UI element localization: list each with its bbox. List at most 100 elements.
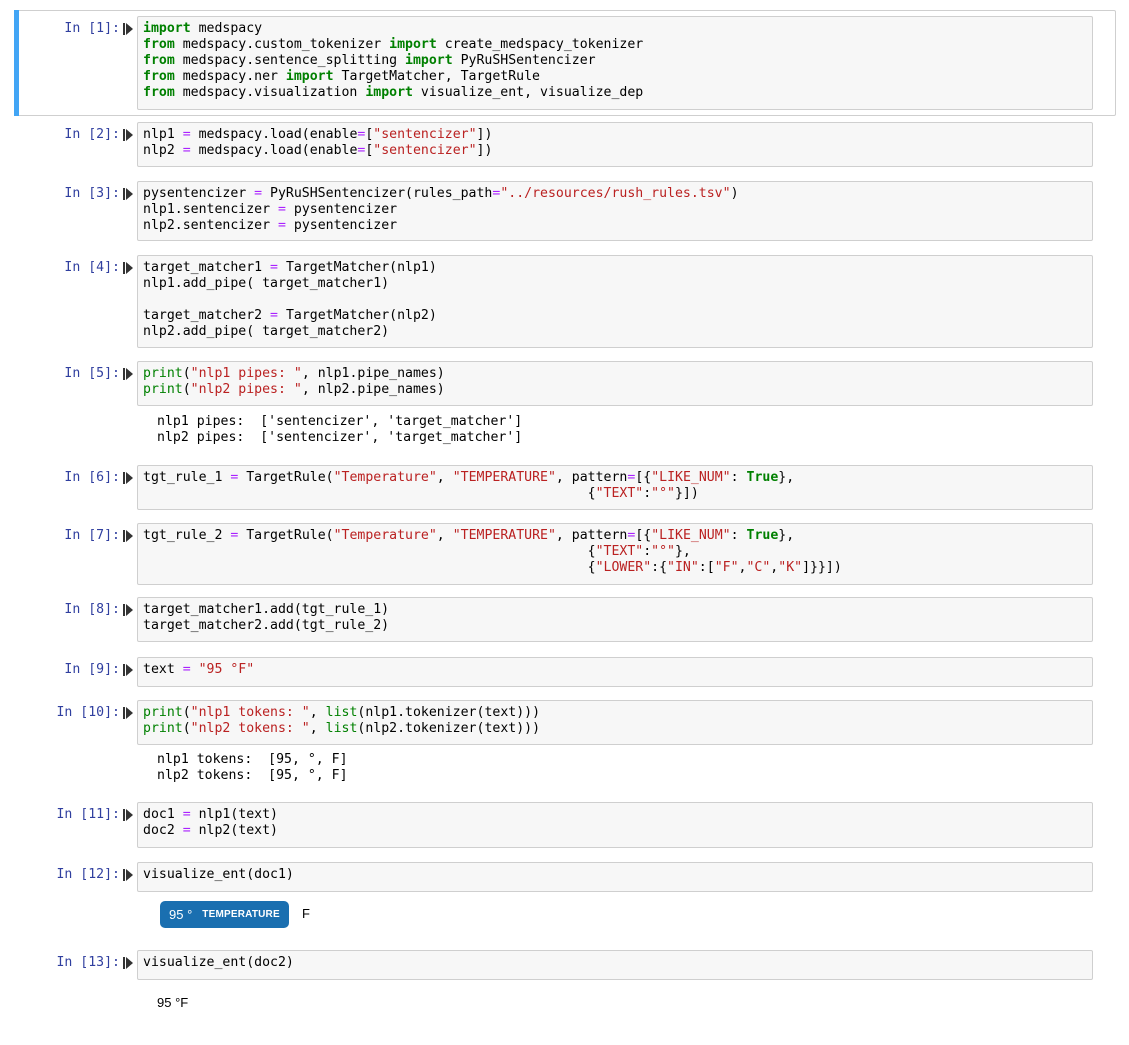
code-token: nlp2 xyxy=(143,143,183,158)
code-token: [{ xyxy=(635,528,652,543)
code-token: pysentencizer xyxy=(285,202,398,217)
code-token: TargetRule( xyxy=(238,528,334,543)
code-token: medspacy.ner xyxy=(174,69,286,84)
code-editor[interactable]: pysentencizer = PyRuSHSentencizer(rules_… xyxy=(137,181,1093,241)
code-line: nlp2.add_pipe( target_matcher2) xyxy=(143,324,1087,340)
run-cell-icon[interactable] xyxy=(122,956,134,970)
code-token: target_matcher2.add(tgt_rule_2) xyxy=(143,618,390,633)
code-editor[interactable]: text = "95 °F" xyxy=(137,657,1093,687)
code-token: "../resources/rush_rules.tsv" xyxy=(500,186,731,201)
code-token: , xyxy=(436,470,453,485)
code-line: doc1 = nlp1(text) xyxy=(143,807,1087,823)
code-token: target_matcher1 xyxy=(143,260,271,275)
code-token: PyRuSHSentencizer xyxy=(452,53,596,68)
code-editor[interactable]: visualize_ent(doc2) xyxy=(137,950,1093,980)
run-cell-icon[interactable] xyxy=(122,471,134,485)
run-cell-icon[interactable] xyxy=(122,22,134,36)
code-token: "nlp2 pipes: " xyxy=(190,382,302,397)
code-editor[interactable]: tgt_rule_1 = TargetRule("Temperature", "… xyxy=(137,465,1093,510)
code-token: }, xyxy=(778,528,795,543)
code-line: pysentencizer = PyRuSHSentencizer(rules_… xyxy=(143,186,1087,202)
code-token: target_matcher1.add(tgt_rule_1) xyxy=(143,602,390,617)
code-token: = xyxy=(182,127,191,142)
code-token: }, xyxy=(674,544,691,559)
code-token: from xyxy=(143,69,175,84)
code-token: from xyxy=(143,53,175,68)
code-token: list xyxy=(325,721,358,736)
code-token: text xyxy=(143,662,183,677)
run-cell-icon[interactable] xyxy=(122,261,134,275)
code-token: TargetMatcher, TargetRule xyxy=(333,69,541,84)
code-token: "sentencizer" xyxy=(373,143,477,158)
code-editor[interactable]: visualize_ent(doc1) xyxy=(137,862,1093,892)
input-prompt: In [8]: xyxy=(64,602,120,617)
code-token: , pattern xyxy=(555,470,628,485)
run-cell-icon[interactable] xyxy=(122,808,134,822)
input-prompt: In [12]: xyxy=(56,867,120,882)
code-token: visualize_ent(doc1) xyxy=(143,867,294,882)
run-cell-icon[interactable] xyxy=(122,706,134,720)
code-line: print("nlp2 tokens: ", list(nlp2.tokeniz… xyxy=(143,721,1087,737)
run-cell-icon[interactable] xyxy=(122,663,134,677)
code-token: , nlp2.pipe_names) xyxy=(301,382,445,397)
code-token: ]) xyxy=(476,143,493,158)
code-token: = xyxy=(277,218,286,233)
code-line: import medspacy xyxy=(143,21,1087,37)
code-editor[interactable]: nlp1 = medspacy.load(enable=["sentencize… xyxy=(137,122,1093,167)
code-line: doc2 = nlp2(text) xyxy=(143,823,1087,839)
code-token: nlp2.add_pipe( target_matcher2) xyxy=(143,324,390,339)
code-editor[interactable]: doc1 = nlp1(text) doc2 = nlp2(text) xyxy=(137,802,1093,848)
code-token: "LIKE_NUM" xyxy=(651,470,731,485)
input-prompt: In [6]: xyxy=(64,470,120,485)
code-token: = xyxy=(182,143,191,158)
code-line: nlp2.sentencizer = pysentencizer xyxy=(143,218,1087,234)
code-token: "Temperature" xyxy=(333,528,437,543)
code-token: = xyxy=(270,260,278,275)
code-token: , xyxy=(309,705,326,720)
code-editor[interactable]: target_matcher1 = TargetMatcher(nlp1) nlp… xyxy=(137,255,1093,348)
run-cell-icon[interactable] xyxy=(122,187,134,201)
code-token: True xyxy=(746,470,779,485)
code-token: , xyxy=(436,528,453,543)
code-token: (nlp1.tokenizer(text))) xyxy=(357,705,541,720)
input-prompt: In [4]: xyxy=(64,260,120,275)
code-editor[interactable]: print("nlp1 pipes: ", nlp1.pipe_names) pr… xyxy=(137,361,1093,406)
code-editor[interactable]: tgt_rule_2 = TargetRule("Temperature", "… xyxy=(137,523,1093,585)
code-editor[interactable]: import medspacy from medspacy.custom_toke… xyxy=(137,16,1093,110)
run-cell-icon[interactable] xyxy=(122,868,134,882)
code-token: medspacy.sentence_splitting xyxy=(174,53,406,68)
code-token: [{ xyxy=(635,470,652,485)
run-cell-icon[interactable] xyxy=(122,128,134,142)
code-token: = xyxy=(182,662,191,677)
code-token: "nlp1 pipes: " xyxy=(190,366,302,381)
code-line: target_matcher2.add(tgt_rule_2) xyxy=(143,618,1087,634)
code-token: print xyxy=(143,382,183,397)
code-token: "Temperature" xyxy=(333,470,437,485)
code-token: visualize_ent(doc2) xyxy=(143,955,294,970)
code-token: "TEMPERATURE" xyxy=(452,470,556,485)
run-cell-icon[interactable] xyxy=(122,529,134,543)
code-line: target_matcher1.add(tgt_rule_1) xyxy=(143,602,1087,618)
code-token: "IN" xyxy=(667,560,699,575)
code-token: ]) xyxy=(476,127,493,142)
code-editor[interactable]: print("nlp1 tokens: ", list(nlp1.tokeniz… xyxy=(137,700,1093,745)
code-token: import xyxy=(285,69,334,84)
input-prompt: In [5]: xyxy=(64,366,120,381)
code-token: print xyxy=(143,721,183,736)
code-token: : xyxy=(730,470,747,485)
code-token: PyRuSHSentencizer(rules_path xyxy=(262,186,493,201)
code-token: "nlp2 tokens: " xyxy=(190,721,310,736)
code-token: import xyxy=(143,21,191,36)
code-line: target_matcher2 = TargetMatcher(nlp2) xyxy=(143,308,1087,324)
code-editor[interactable]: target_matcher1.add(tgt_rule_1) target_ma… xyxy=(137,597,1093,642)
code-token: pysentencizer xyxy=(285,218,398,233)
run-cell-icon[interactable] xyxy=(122,367,134,381)
code-line: print("nlp1 pipes: ", nlp1.pipe_names) xyxy=(143,366,1087,382)
code-token: from xyxy=(143,37,175,52)
code-token: nlp1.sentencizer xyxy=(143,202,278,217)
code-token: medspacy.custom_tokenizer xyxy=(174,37,390,52)
run-cell-icon[interactable] xyxy=(122,603,134,617)
code-line: tgt_rule_2 = TargetRule("Temperature", "… xyxy=(143,528,1087,544)
